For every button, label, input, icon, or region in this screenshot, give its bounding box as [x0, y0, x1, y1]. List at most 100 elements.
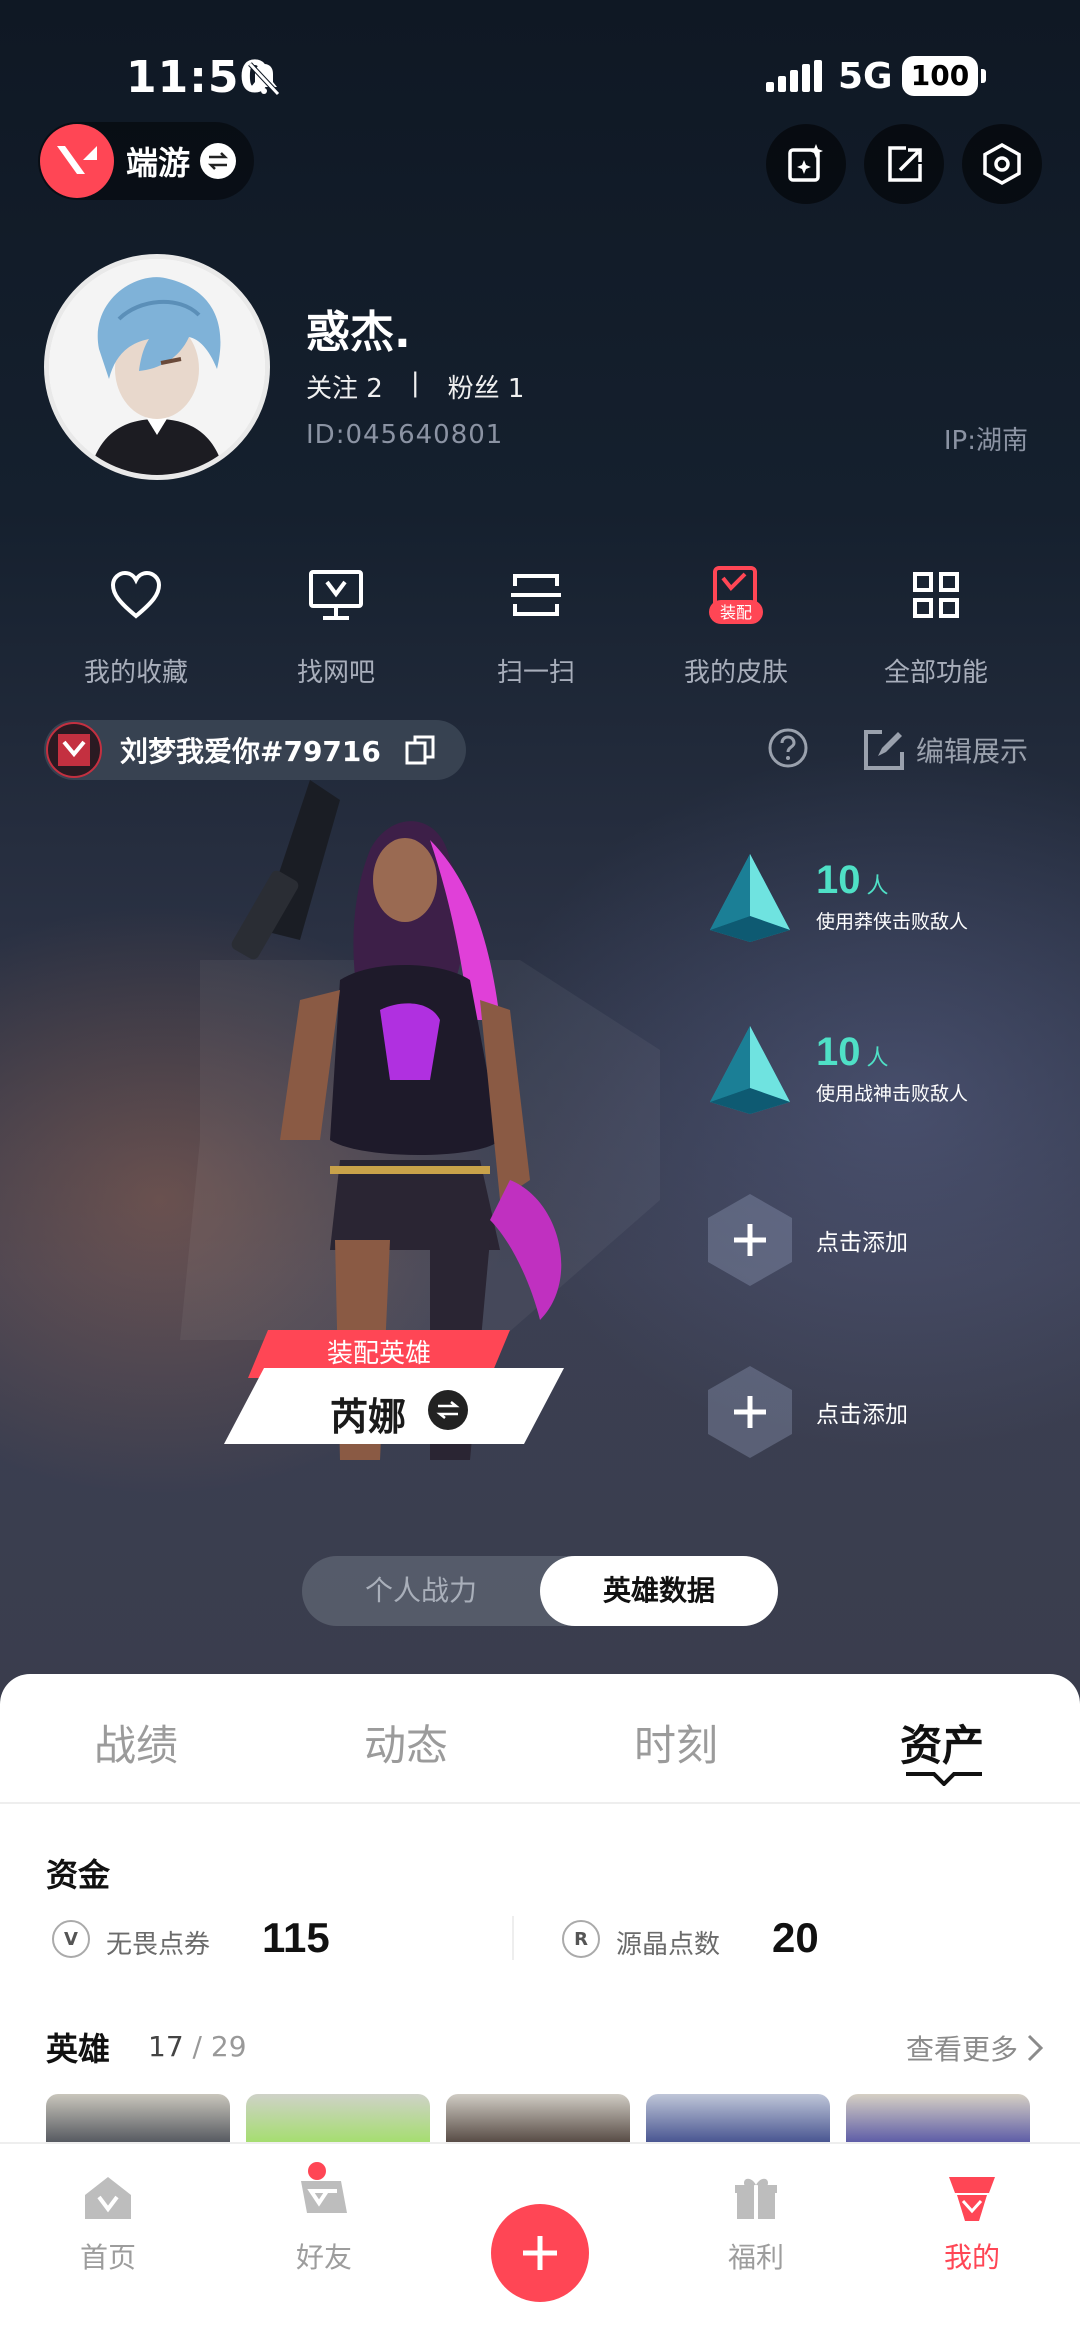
swap-hero-icon[interactable]: [428, 1390, 468, 1430]
content-tabs: 战绩 动态 时刻 资产: [0, 1674, 1080, 1804]
add-badge-label: 点击添加: [816, 1402, 908, 1428]
bottom-nav: 首页 好友 福利 我的: [0, 2142, 1080, 2347]
battery-indicator: 100: [902, 56, 986, 96]
fund1-value: 115: [262, 1914, 330, 1961]
nav-me[interactable]: 我的: [912, 2168, 1032, 2276]
valorant-logo-icon: [40, 124, 114, 198]
riot-name: 刘梦我爱你#79716: [120, 735, 381, 768]
radianite-icon: R: [562, 1920, 600, 1958]
swap-icon: [200, 143, 237, 179]
fund2-value: 20: [772, 1914, 819, 1961]
edit-icon: [864, 730, 904, 770]
nav-benefits[interactable]: 福利: [696, 2168, 816, 2276]
fund1-label: 无畏点券: [106, 1930, 211, 1960]
toggle-hero-data[interactable]: 英雄数据: [540, 1556, 778, 1626]
achievement-badge[interactable]: 10 人 使用莽侠击败敌人: [700, 846, 968, 946]
ip-location: IP:湖南: [943, 426, 1028, 456]
avatar[interactable]: [44, 254, 270, 480]
share-icon: [888, 146, 922, 182]
following-count[interactable]: 关注 2: [306, 368, 383, 405]
quick-item-label: 全部功能: [883, 658, 988, 688]
stats-separator: |: [410, 368, 420, 398]
valor-points-icon: V: [52, 1920, 90, 1958]
quick-item-label: 扫一扫: [496, 658, 575, 688]
notification-dot: [308, 2162, 326, 2180]
grid-icon: [901, 560, 971, 630]
add-badge-slot[interactable]: 点击添加: [700, 1190, 908, 1290]
tab-active-indicator: [906, 1772, 982, 1786]
scan-icon: [501, 560, 571, 630]
toggle-personal-power[interactable]: 个人战力: [302, 1556, 540, 1626]
fund2-label: 源晶点数: [616, 1930, 721, 1960]
cellular-signal-icon: [766, 60, 822, 92]
create-post-button[interactable]: [491, 2204, 589, 2302]
chevron-right-icon: [1027, 2034, 1044, 2062]
quick-item-label: 我的皮肤: [683, 658, 788, 688]
achievement-desc: 使用战神击败敌人: [816, 1083, 969, 1105]
tab-highlights[interactable]: 时刻: [634, 1712, 718, 1773]
skin-icon: 装配: [701, 560, 771, 630]
funds-row: V 无畏点券 115 R 源晶点数 20: [0, 1910, 1080, 1970]
copy-icon[interactable]: [403, 733, 437, 767]
nav-friends[interactable]: 好友: [264, 2162, 384, 2276]
user-id: ID:045640801: [306, 420, 504, 450]
tab-moments-feed[interactable]: 动态: [364, 1712, 448, 1773]
heart-icon: [101, 560, 171, 630]
achievement-unit: 人: [866, 874, 889, 899]
friends-icon: [294, 2162, 354, 2228]
heroes-owned: 17: [148, 2030, 184, 2063]
app-switcher[interactable]: 端游: [38, 122, 254, 200]
tab-records[interactable]: 战绩: [94, 1712, 178, 1773]
network-type: 5G: [838, 56, 893, 97]
data-toggle: 个人战力 英雄数据: [302, 1556, 778, 1626]
share-button[interactable]: [864, 124, 944, 204]
plus-icon: [523, 2236, 557, 2270]
add-badge-slot[interactable]: 点击添加: [700, 1362, 908, 1462]
plus-hexagon-icon: [708, 1366, 792, 1458]
achievement-count: 10: [816, 1030, 861, 1074]
heroes-total: / 29: [192, 2030, 247, 2063]
sparkle-edit-button[interactable]: [766, 124, 846, 204]
nav-home[interactable]: 首页: [48, 2168, 168, 2276]
heroes-title: 英雄: [46, 2030, 111, 2068]
gift-icon: [726, 2168, 786, 2228]
nav-label: 福利: [727, 2241, 784, 2274]
app-name: 端游: [126, 144, 191, 182]
quick-item-internet-cafe[interactable]: 找网吧: [236, 560, 436, 689]
riot-id-tag[interactable]: 刘梦我爱你#79716: [44, 720, 466, 780]
nickname: 惑杰.: [306, 307, 411, 358]
nav-label: 我的: [943, 2241, 1000, 2274]
see-more-link[interactable]: 查看更多: [906, 2028, 1044, 2068]
add-badge-label: 点击添加: [816, 1230, 908, 1256]
plus-hexagon-icon: [708, 1194, 792, 1286]
achievement-badge[interactable]: 10 人 使用战神击败敌人: [700, 1018, 968, 1118]
agent-profile-icon: [942, 2168, 1002, 2228]
quick-item-label: 我的收藏: [83, 658, 188, 688]
follow-stats: 关注 2 | 粉丝 1: [306, 368, 524, 405]
bell-muted-icon: [248, 62, 280, 96]
settings-button[interactable]: [962, 124, 1042, 204]
quick-item-skins[interactable]: 装配 我的皮肤: [636, 560, 836, 689]
quick-item-favorites[interactable]: 我的收藏: [36, 560, 236, 689]
hero-name: 芮娜: [330, 1395, 407, 1439]
funds-title: 资金: [46, 1856, 111, 1894]
edit-showcase-label: 编辑展示: [916, 735, 1029, 768]
monitor-icon: [301, 560, 371, 630]
quick-actions: 我的收藏 找网吧 扫一扫 装配 我的皮肤 全部功能: [0, 560, 1080, 689]
quick-item-label: 找网吧: [296, 658, 375, 688]
fans-count[interactable]: 粉丝 1: [448, 368, 525, 405]
riot-avatar: [46, 722, 102, 778]
tab-assets[interactable]: 资产: [900, 1712, 984, 1773]
skin-badge-text: 装配: [720, 603, 752, 622]
nav-label: 好友: [295, 2241, 352, 2274]
funds-divider: [512, 1916, 514, 1960]
see-more-label: 查看更多: [905, 2033, 1018, 2066]
gear-icon: [983, 142, 1021, 186]
help-icon[interactable]: [766, 726, 810, 770]
sparkle-card-icon: [788, 144, 823, 182]
quick-item-scan[interactable]: 扫一扫: [436, 560, 636, 689]
triangle-badge-icon: [710, 1026, 790, 1114]
edit-showcase-button[interactable]: 编辑展示: [862, 728, 1028, 772]
status-bar: 11:50 5G 100: [0, 0, 1080, 130]
quick-item-all-features[interactable]: 全部功能: [836, 560, 1036, 689]
